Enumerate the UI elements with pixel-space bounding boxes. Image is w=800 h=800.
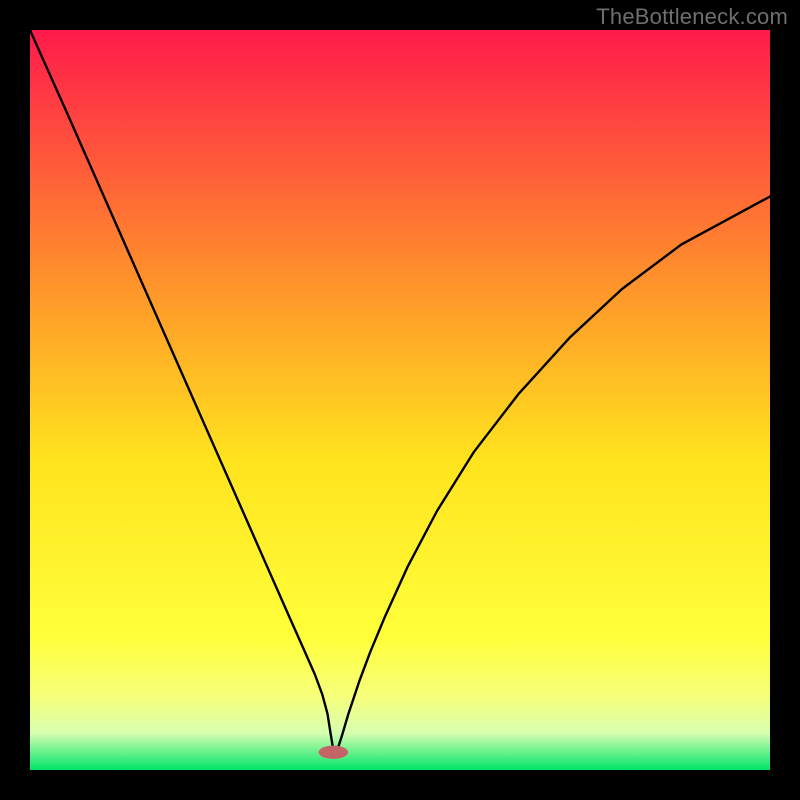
plot-area (30, 30, 770, 770)
watermark-text: TheBottleneck.com (596, 4, 788, 30)
chart-svg (30, 30, 770, 770)
gradient-background (30, 30, 770, 770)
chart-frame: TheBottleneck.com (0, 0, 800, 800)
bottleneck-marker (319, 746, 349, 759)
